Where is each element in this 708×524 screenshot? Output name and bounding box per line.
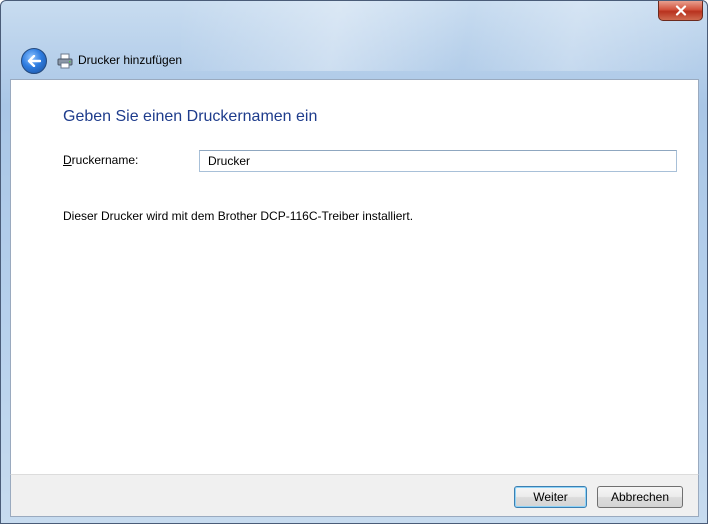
window-title: Drucker hinzufügen — [78, 53, 183, 67]
close-icon — [675, 5, 686, 16]
close-button[interactable] — [658, 1, 703, 21]
next-button[interactable]: Weiter — [514, 486, 587, 508]
title-bar-glass — [181, 1, 701, 71]
printer-name-label: Druckername: — [63, 153, 138, 167]
printer-icon — [57, 53, 73, 69]
printer-name-label-accesskey: D — [63, 153, 72, 167]
driver-info-text: Dieser Drucker wird mit dem Brother DCP-… — [63, 209, 414, 223]
add-printer-dialog: Drucker hinzufügen Geben Sie einen Druck… — [0, 0, 708, 524]
button-bar: Weiter Abbrechen — [10, 474, 699, 517]
content-panel: Geben Sie einen Druckernamen ein Drucker… — [10, 79, 699, 474]
page-heading: Geben Sie einen Druckernamen ein — [63, 108, 318, 125]
back-button[interactable] — [21, 48, 47, 74]
cancel-button[interactable]: Abbrechen — [597, 486, 683, 508]
printer-name-label-text: ruckername: — [71, 153, 139, 167]
back-arrow-icon — [27, 55, 41, 67]
printer-name-input[interactable] — [199, 150, 677, 172]
